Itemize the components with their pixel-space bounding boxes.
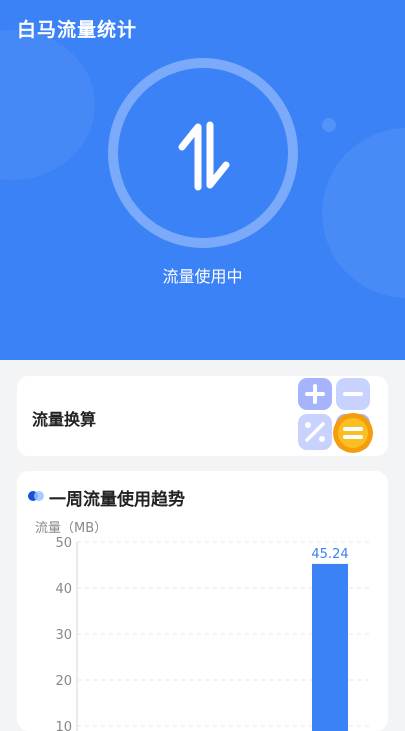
y-tick-label: 20	[55, 674, 72, 689]
traffic-convert-label: 流量换算	[32, 410, 97, 429]
traffic-convert-card[interactable]: 流量换算	[17, 376, 388, 456]
traffic-status-button[interactable]	[108, 58, 298, 248]
y-tick-label: 50	[55, 536, 72, 551]
y-tick-label: 10	[55, 720, 72, 731]
weekly-trend-title: 一周流量使用趋势	[49, 490, 185, 510]
weekly-traffic-bar-chart: 50 40 30 20 10 45.24	[55, 536, 372, 731]
y-tick-label: 40	[55, 582, 72, 597]
app-title: 白马流量统计	[17, 19, 138, 41]
decorative-circle	[0, 30, 95, 180]
traffic-status-inner	[118, 68, 288, 238]
calculator-icon	[298, 378, 373, 453]
bullet-dots-icon	[28, 490, 48, 502]
status-text: 流量使用中	[162, 267, 243, 286]
y-tick-label: 30	[55, 628, 72, 643]
transfer-arrows-icon	[178, 121, 230, 191]
decorative-dot	[322, 118, 336, 132]
bar	[312, 563, 348, 731]
header-banner: 白马流量统计 流量使用中	[0, 0, 405, 360]
weekly-trend-card: 一周流量使用趋势 流量（MB） 50 40 30 20 10 45.24	[17, 471, 388, 731]
bar-value-label: 45.24	[311, 547, 348, 562]
